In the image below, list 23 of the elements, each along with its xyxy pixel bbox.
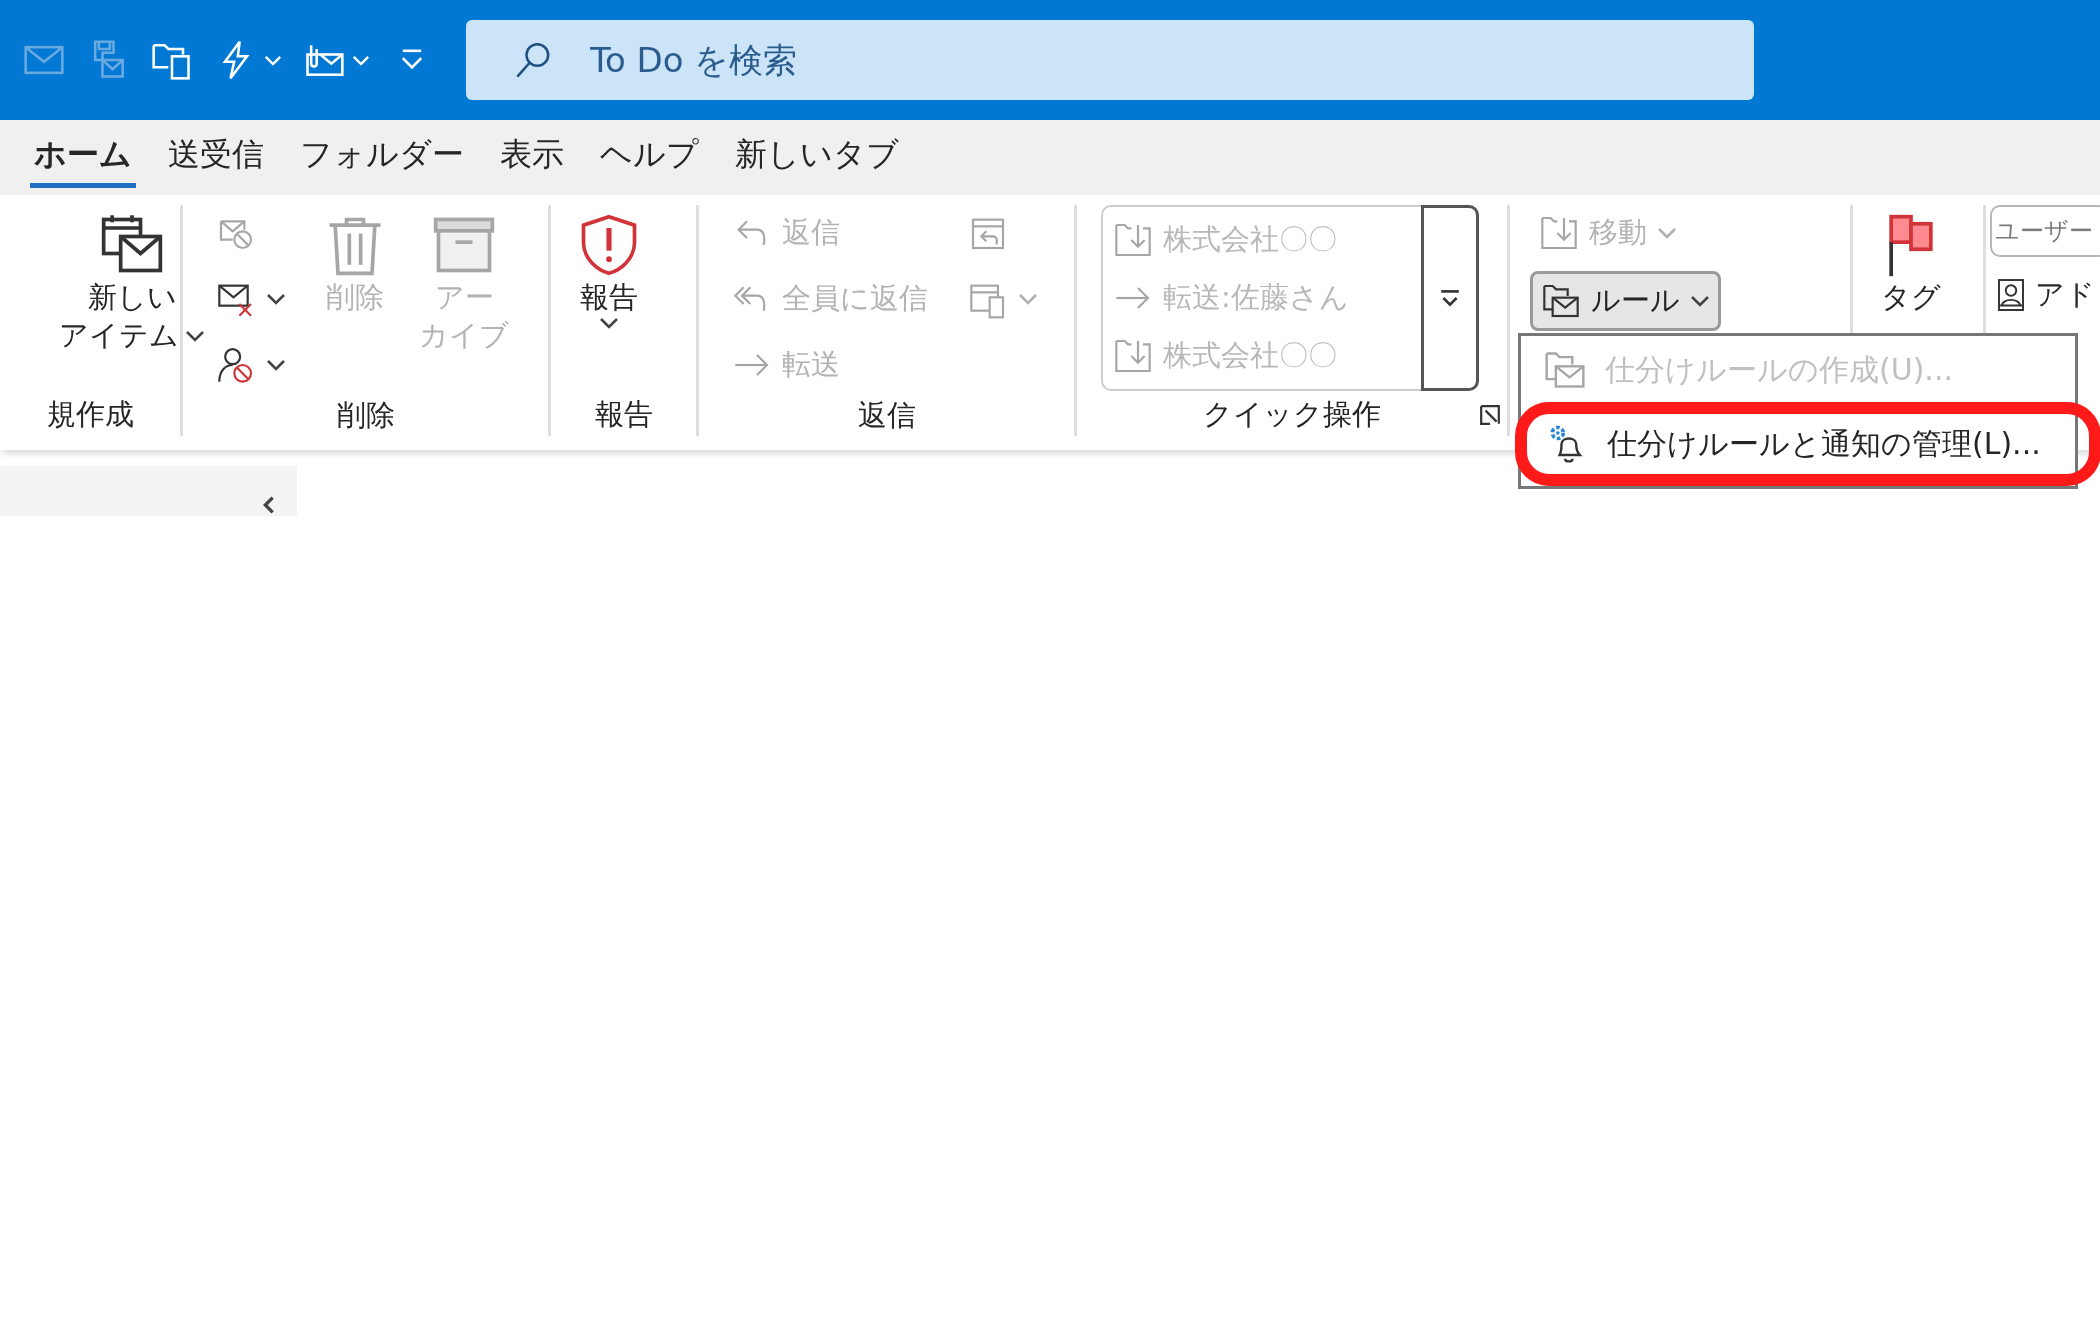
group-label: 報告 [594,396,653,433]
search-field[interactable]: To Do を検索 [466,20,1754,100]
ribbon-button[interactable]: 報告 [571,205,647,335]
group-label: クイック操作 [1203,396,1381,433]
group-label: 規作成 [46,396,134,433]
group-label: 返信 [857,397,916,434]
ribbon-button[interactable]: 新しい アイテム [55,205,209,361]
ribbon-tab[interactable]: フォルダー [296,127,468,188]
dialog-launcher-icon[interactable] [1479,404,1501,426]
menu-item[interactable]: 仕分けルールと通知の管理(L)... [1515,402,2100,486]
group-label: 削除 [336,397,395,434]
ribbon-tab[interactable]: ホーム [30,127,136,188]
collapse-icon[interactable] [261,494,277,516]
ribbon-button[interactable]: アド [1990,267,2100,323]
more-button[interactable] [1421,205,1479,391]
ribbon-tab[interactable]: ヘルプ [596,127,703,188]
ribbon-button[interactable]: ルール [1530,271,1721,331]
ribbon-button[interactable]: タグ [1873,205,1949,323]
ribbon-tab[interactable]: 新しいタブ [731,127,903,188]
expand-icon [1439,287,1461,309]
ribbon-tab[interactable]: 表示 [496,127,568,188]
search-field[interactable]: ユーザー [1990,205,2100,257]
ribbon-tab[interactable]: 送受信 [164,127,268,188]
